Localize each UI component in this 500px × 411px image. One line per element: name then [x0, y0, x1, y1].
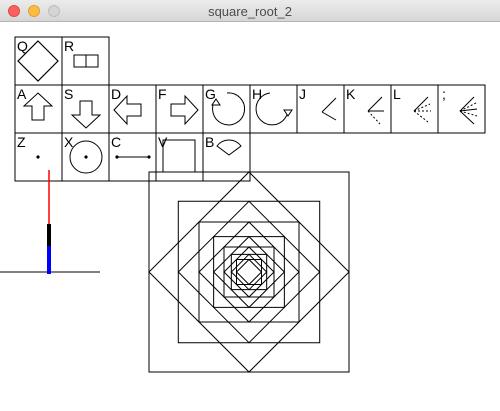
- palette-button-V[interactable]: V: [155, 132, 204, 182]
- palette-key-F: F: [158, 86, 167, 102]
- palette-button-Z[interactable]: Z: [14, 132, 63, 182]
- drawing-canvas[interactable]: Q R A S D F G H J K L ; Z X C V B: [0, 22, 500, 411]
- palette-button-H[interactable]: H: [249, 84, 298, 134]
- palette-key-S: S: [64, 86, 73, 102]
- palette-row-3: Z X C V B: [14, 132, 251, 182]
- nested-squares-drawing: [148, 171, 350, 373]
- palette-button-B[interactable]: B: [202, 132, 251, 182]
- palette-key-R: R: [64, 38, 74, 54]
- palette-button-X[interactable]: X: [61, 132, 110, 182]
- palette-button-K[interactable]: K: [343, 84, 392, 134]
- palette-button-L[interactable]: L: [390, 84, 439, 134]
- palette-key-Z: Z: [17, 134, 26, 150]
- nested-square: [148, 171, 350, 373]
- palette-row-2: A S D F G H J K L ;: [14, 84, 486, 134]
- palette-key-K: K: [346, 86, 356, 102]
- palette-key-B: B: [205, 134, 214, 150]
- palette-key-A: A: [17, 86, 27, 102]
- palette-key-L: L: [393, 86, 401, 102]
- palette-button-G[interactable]: G: [202, 84, 251, 134]
- palette-key-C: C: [111, 134, 121, 150]
- palette-button-D[interactable]: D: [108, 84, 157, 134]
- dot-icon: [36, 155, 40, 159]
- palette-key-semicolon: ;: [442, 86, 446, 102]
- palette-row-1: Q R: [14, 36, 110, 86]
- palette-key-D: D: [111, 86, 121, 102]
- window-title: square_root_2: [208, 4, 292, 19]
- palette-key-Q: Q: [17, 38, 28, 54]
- palette-key-H: H: [252, 86, 262, 102]
- palette-key-J: J: [299, 86, 306, 102]
- title-bar: square_root_2: [0, 0, 500, 22]
- palette-button-J[interactable]: J: [296, 84, 345, 134]
- palette-button-Q[interactable]: Q: [14, 36, 63, 86]
- nested-square: [148, 171, 350, 373]
- palette-button-A[interactable]: A: [14, 84, 63, 134]
- palette-button-S[interactable]: S: [61, 84, 110, 134]
- palette-button-F[interactable]: F: [155, 84, 204, 134]
- palette-button-semicolon[interactable]: ;: [437, 84, 486, 134]
- palette-key-G: G: [205, 86, 216, 102]
- palette-button-R[interactable]: R: [61, 36, 110, 86]
